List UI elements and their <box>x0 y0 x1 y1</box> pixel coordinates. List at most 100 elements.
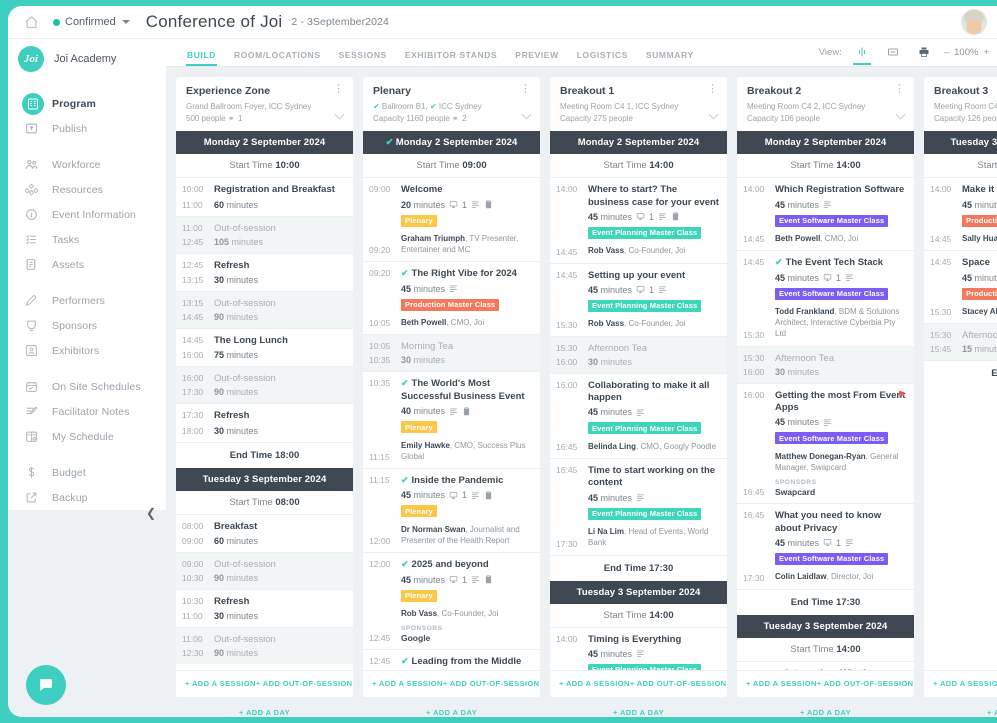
chevron-down-icon[interactable] <box>334 107 345 125</box>
view-horizontal-button[interactable] <box>882 43 904 61</box>
home-icon[interactable] <box>24 15 39 29</box>
slot-duration: 45 minutes <box>588 407 719 417</box>
session-slot[interactable]: 10:00 11:00 Registration and Breakfast 60 m… <box>176 177 353 215</box>
add-day-button[interactable]: + ADD A DAY <box>550 697 727 717</box>
add-session-button[interactable]: + ADD A SESSION <box>185 679 256 688</box>
out-of-session-slot[interactable]: 15:3015:45 Afternoon… 15 minutes <box>924 323 997 361</box>
session-slot[interactable]: 09:20 10:05 ✔ The Right Vibe for 2024 45 min… <box>363 261 540 334</box>
out-of-session-slot[interactable]: 15:30 16:00 Afternoon Tea 30 minutes <box>550 335 727 373</box>
sidebar-item-resources[interactable]: Resources <box>8 177 166 202</box>
zoom-out-button[interactable]: – <box>944 47 949 58</box>
print-icon[interactable] <box>913 43 935 61</box>
session-slot[interactable]: 14:0014:45✔Integration: What's Possible4… <box>737 660 914 670</box>
avatar[interactable] <box>961 9 987 35</box>
sidebar-item-backup[interactable]: Backup <box>8 485 166 510</box>
sidebar-item-performers[interactable]: Performers <box>8 288 166 313</box>
add-day-button[interactable]: + ADD A DAY <box>176 697 353 717</box>
out-of-session-slot[interactable]: 13:15 14:45 Out-of-session 90 minutes <box>176 290 353 328</box>
chat-bubble-button[interactable] <box>26 665 66 705</box>
sidebar-item-workforce[interactable]: Workforce <box>8 152 166 177</box>
add-day-button[interactable]: + ADD A DAY <box>924 697 997 717</box>
view-vertical-button[interactable] <box>851 43 873 65</box>
add-out-of-session-button[interactable]: + ADD OUT-OF-SESSION <box>630 679 727 688</box>
sidebar-item-on-site-schedules[interactable]: On Site Schedules <box>8 374 166 399</box>
sidebar-item-tasks[interactable]: Tasks <box>8 227 166 252</box>
sidebar-item-program[interactable]: Program <box>8 91 166 116</box>
sidebar-item-assets[interactable]: Assets <box>8 252 166 277</box>
sidebar-item-publish[interactable]: Publish <box>8 116 166 141</box>
session-slot[interactable]: 14:0014:45 Make it o… Influence… 45 minute… <box>924 177 997 250</box>
tab-summary[interactable]: SUMMARY <box>637 50 703 66</box>
out-of-session-slot[interactable]: 11:00 12:30 Out-of-session 90 minutes <box>176 627 353 665</box>
session-slot[interactable]: 14:4515:30 Space 45 minutes Production Mast… <box>924 250 997 323</box>
sidebar-item-my-schedule[interactable]: My Schedule <box>8 424 166 449</box>
out-of-session-slot[interactable]: 15:30 16:00 Afternoon Tea 30 minutes <box>737 345 914 383</box>
chevron-down-icon[interactable] <box>708 107 719 125</box>
session-slot[interactable]: 14:0014:45 Timing is Everything 45 minutes… <box>550 626 727 670</box>
out-of-session-slot[interactable]: 10:05 10:35 Morning Tea 30 minutes <box>363 334 540 372</box>
add-out-of-session-button[interactable]: + ADD OUT-OF-SESSION <box>256 679 353 688</box>
tab-room-locations[interactable]: ROOM/LOCATIONS <box>225 50 330 66</box>
column-menu-button[interactable]: ⋮ <box>520 84 531 95</box>
session-slot[interactable]: 11:15 12:00 ✔ Inside the Pandemic 45 minutes… <box>363 468 540 552</box>
session-slot[interactable]: 10:35 11:15 ✔ The World's Most Successful B… <box>363 371 540 468</box>
slot-title: Make it o… Influence… <box>962 184 997 196</box>
column-menu-button[interactable]: ⋮ <box>707 84 718 95</box>
sidebar-item-label: Backup <box>52 491 88 504</box>
sidebar-item-event-information[interactable]: Event Information <box>8 202 166 227</box>
tab-exhibitor-stands[interactable]: EXHIBITOR STANDS <box>396 50 506 66</box>
program-board[interactable]: Experience Zone Grand Ballroom Foyer, ICC… <box>166 67 997 717</box>
column-menu-button[interactable]: ⋮ <box>333 84 344 95</box>
notes-icon <box>845 273 854 282</box>
session-slot[interactable]: 17:30 18:00 Refresh 30 minutes <box>176 403 353 441</box>
session-slot[interactable]: 09:00 09:20 Welcome 20 minutes 1 Plenary Graha… <box>363 177 540 261</box>
column-title: Experience Zone <box>186 85 271 97</box>
slot-times: 14:0014:45 <box>743 184 765 245</box>
chevron-down-icon[interactable] <box>895 107 906 125</box>
end-time-row: End Time <box>924 360 997 387</box>
chevron-down-icon[interactable] <box>521 107 532 125</box>
session-slot[interactable]: 12:00 12:45 ✔ 2025 and beyond 45 minutes 1 Ple… <box>363 552 540 649</box>
add-day-button[interactable]: + ADD A DAY <box>737 697 914 717</box>
session-slot[interactable]: 08:00 09:00 Breakfast 60 minutes <box>176 513 353 552</box>
tab-build[interactable]: BUILD <box>178 50 225 66</box>
out-of-session-slot[interactable]: 09:00 10:30 Out-of-session 90 minutes <box>176 551 353 589</box>
session-slot[interactable]: 16:00 16:45 ⚑ Getting the most From Event A… <box>737 382 914 504</box>
session-slot[interactable]: 16:45 17:30 What you need to know about Pr… <box>737 503 914 588</box>
sidebar-item-facilitator-notes[interactable]: Facilitator Notes <box>8 399 166 424</box>
sidebar-item-budget[interactable]: Budget <box>8 460 166 485</box>
sidebar-item-exhibitors[interactable]: Exhibitors <box>8 338 166 363</box>
tab-logistics[interactable]: LOGISTICS <box>568 50 637 66</box>
tab-sessions[interactable]: SESSIONS <box>330 50 396 66</box>
add-out-of-session-button[interactable]: + ADD OUT-OF-SESSION <box>443 679 540 688</box>
slot-duration: 30 minutes <box>588 356 633 367</box>
clipboard-icon <box>671 212 680 221</box>
status-chevron-down-icon[interactable] <box>121 20 130 24</box>
add-session-button[interactable]: + ADD A SESSION <box>746 679 817 688</box>
session-slot[interactable]: 12:45 13:15 Refresh 30 minutes <box>176 252 353 291</box>
add-out-of-session-button[interactable]: + ADD OUT-OF-SESSION <box>817 679 914 688</box>
out-of-session-slot[interactable]: 16:00 17:30 Out-of-session 90 minutes <box>176 366 353 404</box>
session-slot[interactable]: 10:30 11:00 Refresh 30 minutes <box>176 588 353 627</box>
screen-icon <box>636 285 645 294</box>
column-menu-button[interactable]: ⋮ <box>894 84 905 95</box>
session-slot[interactable]: 16:45 17:30 Time to start working on the c… <box>550 457 727 555</box>
sidebar-item-sponsors[interactable]: Sponsors <box>8 313 166 338</box>
zoom-in-button[interactable]: + <box>983 47 989 58</box>
session-slot[interactable]: 14:45 16:00 The Long Lunch 75 minutes <box>176 327 353 366</box>
out-of-session-slot[interactable]: 11:00 12:45 Out-of-session 105 minutes <box>176 215 353 253</box>
session-slot[interactable]: 14:45 15:30 ✔ The Event Tech Stack 45 minute… <box>737 250 914 345</box>
slot-duration: 75 minutes <box>214 350 259 361</box>
add-session-button[interactable]: + ADD A SESSION <box>933 679 997 688</box>
tab-preview[interactable]: PREVIEW <box>506 50 567 66</box>
slot-body: Refresh 30 minutes <box>212 254 353 291</box>
add-day-button[interactable]: + ADD A DAY <box>363 697 540 717</box>
session-slot[interactable]: 16:00 16:45 Collaborating to make it all h… <box>550 372 727 458</box>
add-session-button[interactable]: + ADD A SESSION <box>372 679 443 688</box>
session-slot[interactable]: 14:00 14:45 Where to start? The business c… <box>550 177 727 262</box>
add-session-button[interactable]: + ADD A SESSION <box>559 679 630 688</box>
session-slot[interactable]: 12:4513:30 ✔Leading from the Middle45 min… <box>363 649 540 670</box>
session-slot[interactable]: 14:45 15:30 Setting up your event 45 minute… <box>550 262 727 336</box>
sidebar-collapse-button[interactable]: ❮ <box>146 506 156 520</box>
session-slot[interactable]: 14:00 14:45 Which Registration Software 45 … <box>737 177 914 250</box>
